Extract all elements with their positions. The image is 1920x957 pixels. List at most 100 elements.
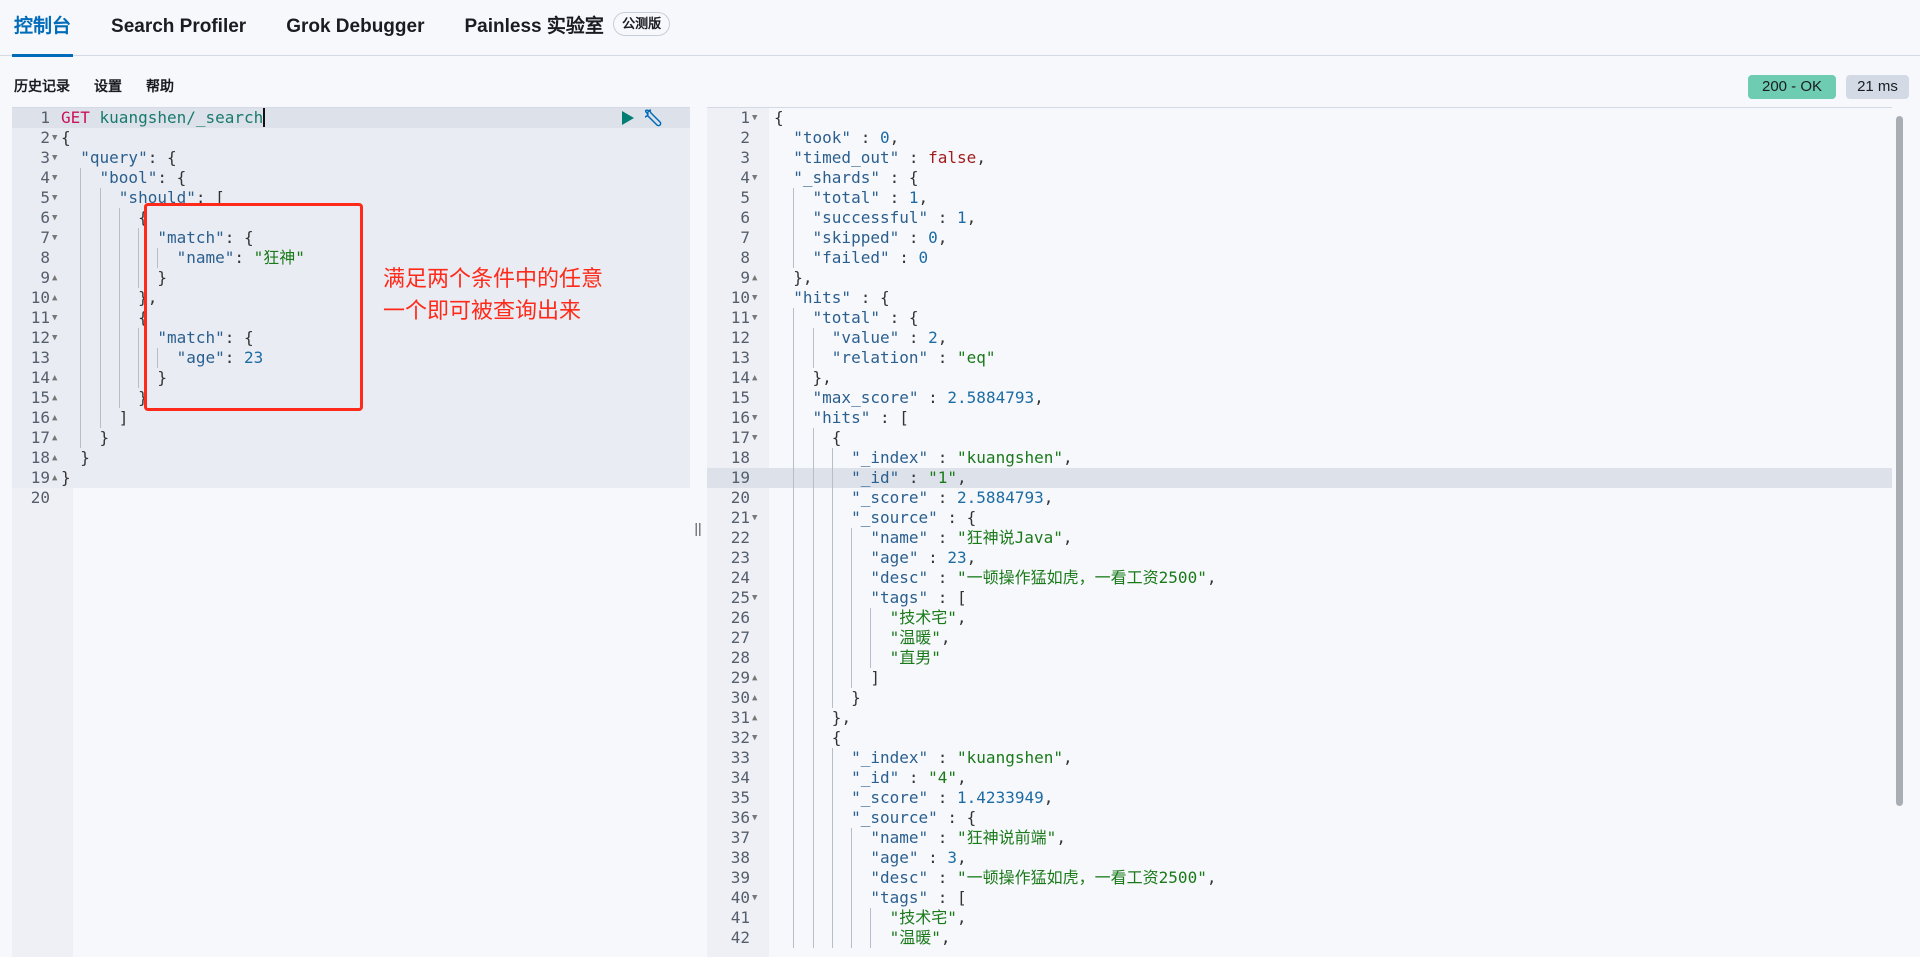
unfold-arrow-icon[interactable]: ▲ <box>752 708 757 728</box>
fold-arrow-icon[interactable]: ▼ <box>52 148 57 168</box>
fold-arrow-icon[interactable]: ▼ <box>752 588 757 608</box>
unfold-arrow-icon[interactable]: ▲ <box>752 268 757 288</box>
fold-arrow-icon[interactable]: ▼ <box>752 108 757 128</box>
token: { <box>966 808 977 827</box>
unfold-arrow-icon[interactable]: ▲ <box>52 468 57 488</box>
token: "狂神说前端" <box>957 828 1057 847</box>
fold-arrow-icon[interactable]: ▼ <box>752 888 757 908</box>
help-button[interactable]: 帮助 <box>146 76 174 96</box>
line-number: 1 <box>40 108 50 127</box>
fold-arrow-icon[interactable]: ▼ <box>752 288 757 308</box>
code-text: "query": { <box>61 148 176 168</box>
tab-label: 控制台 <box>14 15 72 37</box>
fold-arrow-icon[interactable]: ▼ <box>752 308 757 328</box>
token: { <box>908 308 919 327</box>
unfold-arrow-icon[interactable]: ▲ <box>752 688 757 708</box>
code-line: 2 "took" : 0, <box>707 128 1892 148</box>
unfold-arrow-icon[interactable]: ▲ <box>52 268 57 288</box>
token: { <box>61 128 71 147</box>
token: : <box>899 328 919 347</box>
unfold-arrow-icon[interactable]: ▲ <box>752 668 757 688</box>
line-number: 19 <box>30 468 50 487</box>
unfold-arrow-icon[interactable]: ▲ <box>52 388 57 408</box>
code-text: "hits" : { <box>774 288 889 308</box>
token: , <box>937 328 948 347</box>
tab-search-profiler[interactable]: Search Profiler <box>111 0 246 56</box>
unfold-arrow-icon[interactable]: ▲ <box>52 408 57 428</box>
fold-arrow-icon[interactable]: ▼ <box>752 728 757 748</box>
fold-arrow-icon[interactable]: ▼ <box>52 228 57 248</box>
token: "successful" <box>812 208 929 227</box>
fold-arrow-icon[interactable]: ▼ <box>752 808 757 828</box>
tab-console[interactable]: 控制台 <box>11 0 74 57</box>
code-text: "_score" : 1.4233949, <box>774 788 1053 808</box>
history-button[interactable]: 历史记录 <box>14 76 70 96</box>
code-text: }, <box>774 708 851 728</box>
fold-arrow-icon[interactable]: ▼ <box>52 208 57 228</box>
token: 0 <box>928 228 938 247</box>
token: "温暖" <box>889 928 941 947</box>
fold-arrow-icon[interactable]: ▼ <box>752 168 757 188</box>
response-viewer[interactable]: 1 ▼{2 "took" : 0, 3 "timed_out" : false, 4 ▼… <box>707 107 1892 957</box>
line-number: 35 <box>730 788 750 807</box>
fold-arrow-icon[interactable]: ▼ <box>52 128 57 148</box>
line-number: 6 <box>740 208 750 227</box>
unfold-arrow-icon[interactable]: ▲ <box>52 448 57 468</box>
fold-arrow-icon[interactable]: ▼ <box>52 168 57 188</box>
line-number: 22 <box>730 528 750 547</box>
code-line: 39 "desc" : "一顿操作猛如虎，一看工资2500", <box>707 868 1892 888</box>
fold-arrow-icon[interactable]: ▼ <box>52 308 57 328</box>
code-text: "total" : { <box>774 308 919 328</box>
panel-resize-handle[interactable]: || <box>692 520 704 536</box>
token: "tags" <box>870 588 929 607</box>
fold-arrow-icon[interactable]: ▼ <box>52 328 57 348</box>
code-line: 20 "_score" : 2.5884793, <box>707 488 1892 508</box>
token: , <box>957 848 967 867</box>
code-text: "value" : 2, <box>774 328 948 348</box>
unfold-arrow-icon[interactable]: ▲ <box>52 368 57 388</box>
line-number: 16 <box>730 408 750 427</box>
fold-arrow-icon[interactable]: ▼ <box>52 188 57 208</box>
token: "kuangshen" <box>957 748 1063 767</box>
unfold-arrow-icon[interactable]: ▲ <box>752 368 757 388</box>
response-scrollbar[interactable] <box>1896 116 1903 806</box>
token: , <box>1063 748 1073 767</box>
wrench-icon[interactable] <box>645 108 665 128</box>
line-number: 11 <box>30 308 50 327</box>
fold-arrow-icon[interactable]: ▼ <box>752 408 757 428</box>
token: "name" <box>870 528 929 547</box>
token: { <box>831 428 842 447</box>
token: "age" <box>870 548 919 567</box>
line-number: 31 <box>730 708 750 727</box>
code-text: "max_score" : 2.5884793, <box>774 388 1044 408</box>
settings-button[interactable]: 设置 <box>94 76 122 96</box>
unfold-arrow-icon[interactable]: ▲ <box>52 288 57 308</box>
unfold-arrow-icon[interactable]: ▲ <box>52 428 57 448</box>
code-text: "age" : 3, <box>774 848 967 868</box>
tab-painless-lab[interactable]: Painless 实验室 公测版 <box>465 0 671 56</box>
tab-grok-debugger[interactable]: Grok Debugger <box>286 0 424 56</box>
token: : <box>870 408 890 427</box>
line-number: 33 <box>730 748 750 767</box>
line-number: 13 <box>730 348 750 367</box>
fold-arrow-icon[interactable]: ▼ <box>752 428 757 448</box>
play-icon[interactable] <box>621 110 635 126</box>
line-number: 7 <box>740 228 750 247</box>
token: "_index" <box>851 448 929 467</box>
code-text: "_score" : 2.5884793, <box>774 488 1053 508</box>
annotation-box <box>144 203 363 411</box>
annotation-line: 满足两个条件中的任意 <box>383 267 604 292</box>
fold-arrow-icon[interactable]: ▼ <box>752 508 757 528</box>
